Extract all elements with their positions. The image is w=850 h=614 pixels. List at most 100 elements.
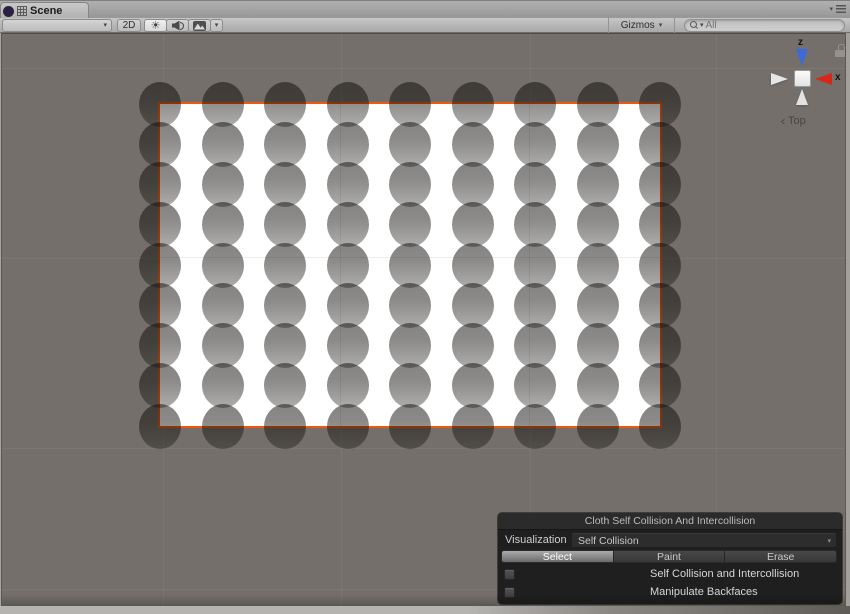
cloth-vertex[interactable] [327,122,369,167]
cloth-vertex[interactable] [577,283,619,328]
scene-viewport[interactable]: z x ‹ Top Cloth Self Collision And Inter… [0,33,850,606]
cloth-vertex[interactable] [577,202,619,247]
cloth-vertex[interactable] [577,82,619,127]
cloth-vertex[interactable] [514,243,556,288]
cloth-vertex[interactable] [389,122,431,167]
cloth-vertex[interactable] [639,82,681,127]
tab-scene[interactable]: Scene [0,2,89,19]
cloth-vertex[interactable] [264,283,306,328]
cloth-vertex[interactable] [202,363,244,408]
cloth-vertex[interactable] [577,243,619,288]
cloth-vertex[interactable] [264,202,306,247]
cloth-vertex[interactable] [264,363,306,408]
cloth-vertex[interactable] [202,283,244,328]
cloth-vertex[interactable] [389,202,431,247]
cloth-vertex[interactable] [577,323,619,368]
cloth-vertex[interactable] [452,283,494,328]
cloth-vertex[interactable] [139,162,181,207]
2d-toggle-button[interactable]: 2D [117,19,141,32]
window-menu[interactable]: ▾ [829,5,846,13]
cloth-vertex[interactable] [577,404,619,449]
cloth-vertex[interactable] [202,202,244,247]
cloth-vertex[interactable] [452,363,494,408]
cloth-vertex[interactable] [514,404,556,449]
cloth-vertex[interactable] [514,363,556,408]
cloth-vertex[interactable] [202,122,244,167]
cloth-vertex[interactable] [452,162,494,207]
cloth-vertex[interactable] [452,404,494,449]
cloth-vertex[interactable] [452,202,494,247]
cloth-vertex[interactable] [327,162,369,207]
cloth-vertex[interactable] [264,243,306,288]
cloth-vertex[interactable] [327,243,369,288]
cloth-vertex[interactable] [389,283,431,328]
visualization-dropdown[interactable]: Self Collision ▾ [572,533,836,547]
cloth-vertex[interactable] [514,122,556,167]
effects-toggle-button[interactable] [188,19,211,32]
x-axis-cone-icon[interactable] [815,73,832,85]
cloth-vertex[interactable] [327,404,369,449]
cloth-vertex[interactable] [639,404,681,449]
audio-toggle-button[interactable] [166,19,189,32]
cloth-vertex[interactable] [264,323,306,368]
tab-erase[interactable]: Erase [725,551,836,562]
z-axis-cone-icon[interactable] [796,49,808,66]
cloth-vertex[interactable] [202,82,244,127]
cloth-vertex[interactable] [452,323,494,368]
manipulate-backfaces-checkbox[interactable] [504,587,515,598]
cloth-vertex[interactable] [139,243,181,288]
cloth-vertex[interactable] [514,323,556,368]
cloth-vertex[interactable] [639,162,681,207]
draw-mode-dropdown[interactable]: ▾ [2,19,112,32]
cloth-vertex[interactable] [139,122,181,167]
cloth-vertex[interactable] [202,243,244,288]
cloth-vertex[interactable] [639,202,681,247]
cloth-vertex[interactable] [202,404,244,449]
search-input[interactable]: ▾ All [684,19,845,32]
cloth-vertex[interactable] [452,82,494,127]
cloth-vertex[interactable] [389,323,431,368]
west-axis-cone-icon[interactable] [771,73,788,85]
south-axis-cone-icon[interactable] [796,89,808,105]
view-angle-label[interactable]: ‹ Top [781,115,806,127]
cloth-vertex[interactable] [264,404,306,449]
cloth-vertex[interactable] [514,162,556,207]
cloth-vertex[interactable] [327,202,369,247]
gizmo-cube[interactable] [794,70,811,87]
self-collision-checkbox[interactable] [504,569,515,580]
cloth-vertex[interactable] [639,122,681,167]
cloth-vertex[interactable] [264,122,306,167]
cloth-vertex[interactable] [514,202,556,247]
cloth-vertex[interactable] [139,82,181,127]
cloth-vertex[interactable] [389,363,431,408]
cloth-vertex[interactable] [264,162,306,207]
cloth-vertex[interactable] [139,283,181,328]
cloth-vertex[interactable] [577,122,619,167]
cloth-vertex[interactable] [202,323,244,368]
cloth-vertex[interactable] [327,82,369,127]
cloth-vertex[interactable] [389,82,431,127]
effects-dropdown-button[interactable]: ▾ [210,19,223,32]
cloth-vertex[interactable] [139,202,181,247]
tab-select[interactable]: Select [502,551,614,562]
cloth-vertex[interactable] [389,404,431,449]
cloth-vertex[interactable] [514,82,556,127]
cloth-vertex[interactable] [452,243,494,288]
cloth-vertex[interactable] [327,323,369,368]
cloth-vertex[interactable] [514,283,556,328]
cloth-vertex[interactable] [639,283,681,328]
cloth-vertex[interactable] [327,363,369,408]
cloth-vertex[interactable] [139,323,181,368]
cloth-vertex[interactable] [264,82,306,127]
cloth-vertex[interactable] [639,243,681,288]
cloth-vertex[interactable] [202,162,244,207]
lighting-toggle-button[interactable]: ☀ [144,19,167,32]
cloth-vertex[interactable] [389,243,431,288]
cloth-vertex[interactable] [327,283,369,328]
cloth-vertex[interactable] [139,404,181,449]
gizmos-dropdown[interactable]: Gizmos ▾ [608,18,675,33]
cloth-vertex[interactable] [139,363,181,408]
cloth-vertex[interactable] [577,363,619,408]
cloth-vertex[interactable] [639,323,681,368]
cloth-vertex[interactable] [639,363,681,408]
